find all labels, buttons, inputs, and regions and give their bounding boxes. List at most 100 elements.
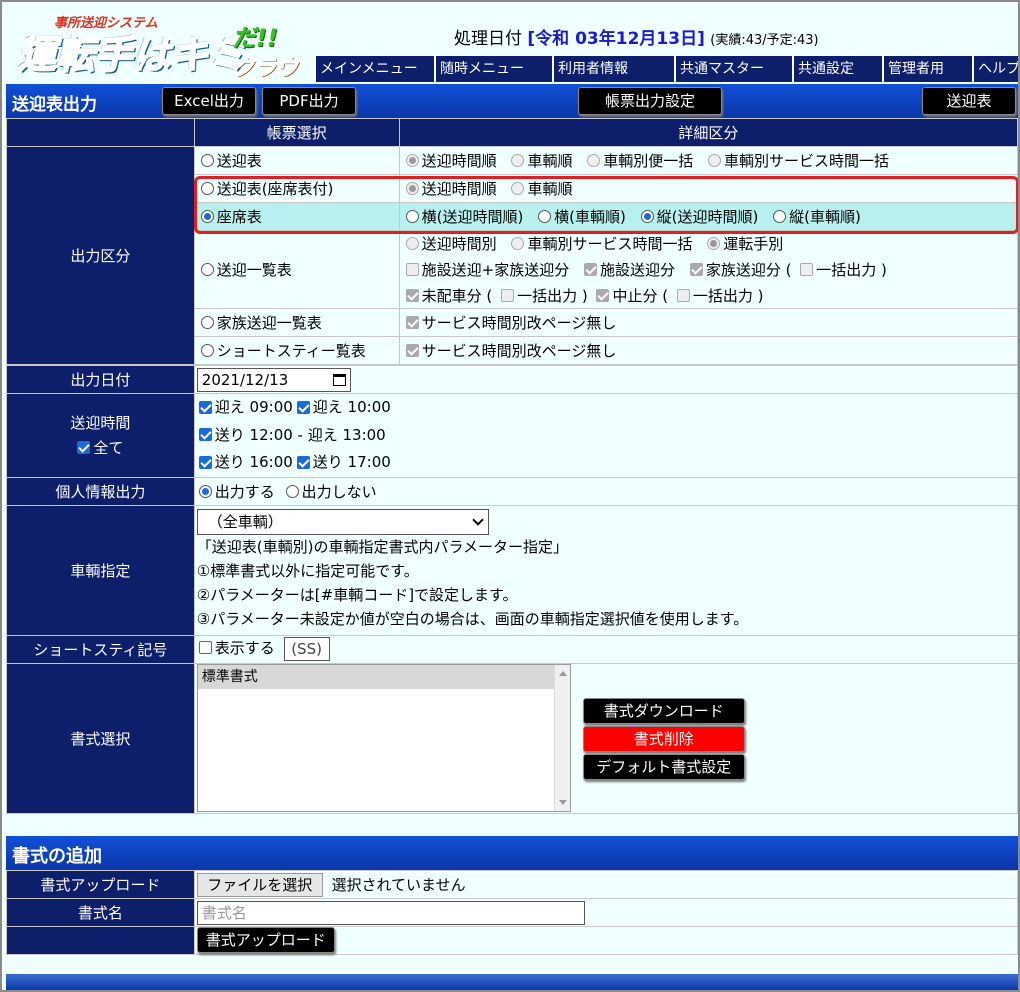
menu-common-settings[interactable]: 共通設定 [792,56,882,82]
check-r4-both[interactable] [405,263,419,276]
col-detail: 詳細区分 [398,118,1018,147]
add-format-area: 書式アップロード ファイルを選択 選択されていません 書式名 書式名 書式アップ… [6,870,1018,955]
detail-list-line1: 送迎時間別 車輌別サービス時間一括 運転手別 [398,230,1018,257]
detail-family-list: サービス時間別改ページ無し [398,308,1018,337]
blank-head [6,118,195,147]
default-format-button[interactable]: デフォルト書式設定 [582,753,745,780]
format-item[interactable]: 標準書式 [197,664,554,689]
format-name-input[interactable]: 書式名 [196,900,585,925]
report-short-list[interactable]: ショートスティー覧表 [193,336,400,365]
check-r6-nobreak[interactable] [405,344,419,357]
check-time-1[interactable] [296,400,310,414]
radio-r3-h-time[interactable] [405,210,419,223]
check-short-show[interactable] [198,641,212,654]
menu-main[interactable]: メインメニュー [314,56,434,82]
pdf-export-button[interactable]: PDF出力 [262,87,356,115]
check-time-3[interactable] [198,455,212,469]
radio-r1-vehicle[interactable] [511,154,525,167]
choose-file-button[interactable]: ファイルを選択 [196,872,323,897]
scroll-down-icon[interactable] [558,799,567,805]
report-seat[interactable]: 座席表 [193,202,400,231]
check-time-4[interactable] [296,455,310,469]
sogei-table-button[interactable]: 送迎表 [922,87,1016,115]
listbox-scrollbar[interactable] [553,664,570,811]
format-label: 書式選択 [6,662,195,814]
radio-r1-service[interactable] [708,154,722,167]
detail-sogei: 送迎時間順 車輌順 車輌別便一括 車輌別サービス時間一括 [398,146,1018,175]
report-sogei[interactable]: 送迎表 [193,146,400,175]
radio-r3-v-vehicle[interactable] [773,210,787,223]
time-label-cell: 送迎時間 全て [6,393,195,478]
label-r5-nobreak: サービス時間別改ページ無し [421,314,617,332]
radio-r1-time[interactable] [405,154,419,167]
vehicle-select[interactable]: （全車輌） [196,509,489,535]
check-r4-facility[interactable] [584,263,598,276]
label-time-3: 送り 16:00 [214,453,293,471]
radio-personal-yes[interactable] [198,484,212,498]
report-settings-button[interactable]: 帳票出力設定 [578,87,722,115]
excel-export-button[interactable]: Excel出力 [162,87,256,115]
date-input[interactable]: 2021/12/13 [196,367,351,392]
menu-adhoc[interactable]: 随時メニュー [434,56,552,82]
radio-personal-no[interactable] [285,484,299,498]
radio-r2-time[interactable] [405,182,419,195]
check-r4-family[interactable] [689,263,703,276]
main-menu-bar: メインメニュー 随時メニュー 利用者情報 共通マスター 共通設定 管理者用 ヘル… [314,56,1018,82]
check-time-all[interactable] [77,441,91,455]
label-r4-time: 送迎時間別 [421,235,497,254]
menu-user-info[interactable]: 利用者情報 [552,56,674,82]
format-download-button[interactable]: 書式ダウンロード [582,697,745,724]
label-time-1: 迎え 10:00 [312,398,391,416]
radio-r4-time[interactable] [405,237,419,251]
detail-seat: 横(送迎時間順) 横(車輌順) 縦(送迎時間順) 縦(車輌順) [398,202,1018,231]
vehicle-note-4: ③パラメーター未設定か値が空白の場合は、画面の車輌指定選択値を使用します。 [196,610,749,628]
name-cell: 書式名 [193,898,1018,927]
add-format-table: 書式アップロード ファイルを選択 選択されていません 書式名 書式名 書式アップ… [6,870,1018,955]
check-r4-unassigned-bulk[interactable] [501,288,515,302]
options-table: 出力日付 2021/12/13 送迎時間 全て 迎え 09:00 迎え 10:00… [6,365,1018,814]
short-label: ショートスティ記号 [6,634,195,664]
label-r4-both: 施設送迎+家族送迎分 [421,261,570,279]
format-delete-button[interactable]: 書式削除 [582,725,745,752]
report-list[interactable]: 送迎一覧表 [193,230,400,309]
label-r6-nobreak: サービス時間別改ページ無し [421,342,617,360]
vehicle-select-value: （全車輌） [207,513,283,531]
menu-admin[interactable]: 管理者用 [882,56,972,82]
check-time-0[interactable] [198,400,212,414]
menu-help[interactable]: ヘルプ [972,56,1018,82]
personal-label: 個人情報出力 [6,476,195,506]
radio-r4-service[interactable] [511,237,525,251]
radio-short-list[interactable] [200,344,214,357]
check-r4-unassigned[interactable] [405,288,419,302]
radio-sogei[interactable] [200,154,214,167]
radio-r3-h-vehicle[interactable] [538,210,552,223]
radio-r3-v-time[interactable] [640,210,654,223]
check-r4-cancel-bulk[interactable] [676,288,690,302]
check-r4-family-bulk[interactable] [800,263,814,276]
format-upload-button[interactable]: 書式アップロード [196,927,335,953]
radio-r1-batch[interactable] [587,154,601,167]
check-r5-nobreak[interactable] [405,316,419,329]
report-sogei-seat[interactable]: 送迎表(座席表付) [193,174,400,203]
radio-seat[interactable] [200,210,214,223]
radio-list[interactable] [200,263,214,276]
report-family-list[interactable]: 家族送迎一覧表 [193,308,400,337]
calendar-icon[interactable] [332,373,346,386]
check-time-2[interactable] [198,428,212,441]
menu-common-master[interactable]: 共通マスター [674,56,792,82]
check-r4-cancel[interactable] [596,288,610,302]
detail-list-line2: 施設送迎+家族送迎分 施設送迎分 家族送迎分 ( 一括出力 ) [398,256,1018,283]
app-logo[interactable]: 事所送迎システム 運転手はキミ だ!! クラウド [14,12,314,114]
radio-r2-vehicle[interactable] [511,182,525,195]
label-short-show: 表示する [214,639,275,657]
radio-family-list[interactable] [200,316,214,329]
file-status: 選択されていません [331,876,466,894]
scroll-up-icon[interactable] [558,670,567,676]
radio-r4-driver[interactable] [707,237,721,251]
radio-sogei-seat[interactable] [200,182,214,195]
short-code-input[interactable]: (SS) [283,637,330,661]
format-cell: 標準書式 書式ダウンロード 書式削除 デフォルト書式設定 [193,662,1018,814]
format-listbox[interactable]: 標準書式 [196,663,571,812]
page-titlebar: 送迎表出力 Excel出力 PDF出力 帳票出力設定 送迎表 [6,84,1018,118]
processing-date: 処理日付 [令和 03年12月13日] (実績:43/予定:43) [454,24,819,49]
